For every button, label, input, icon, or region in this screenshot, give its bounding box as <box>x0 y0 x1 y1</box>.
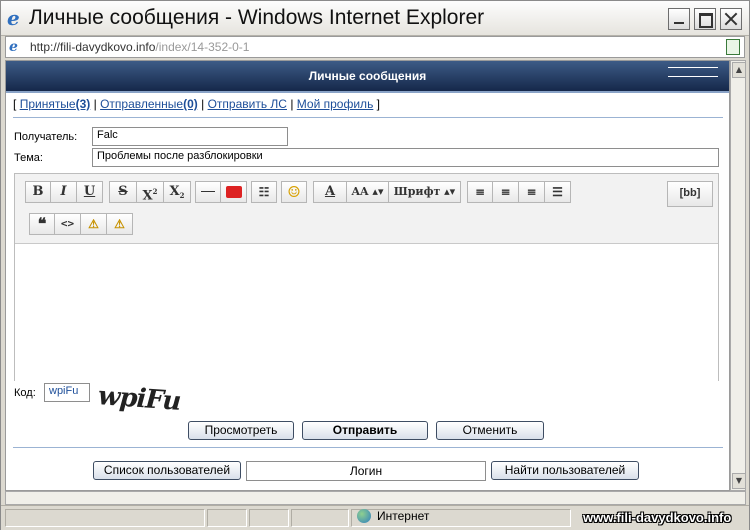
captcha-image: wpiFu <box>94 381 212 419</box>
preview-button[interactable]: Просмотреть <box>188 421 294 440</box>
message-textarea[interactable] <box>15 243 718 381</box>
page-title: Личные сообщения <box>308 69 427 83</box>
superscript-button[interactable]: X2 <box>137 181 164 203</box>
scroll-down-icon[interactable]: ▼ <box>732 473 746 489</box>
page-content: Личные сообщения [ Принятые(3) | Отправл… <box>5 60 730 491</box>
message-editor: B I U S X2 X2 ☷ ☺ A AA ▴▾ Шрифт ▴▾ ≡ ≡ ≡… <box>14 173 719 381</box>
status-cell <box>291 509 349 527</box>
status-cell <box>207 509 247 527</box>
code-icon[interactable]: <> <box>55 213 81 235</box>
find-users-button[interactable]: Найти пользователей <box>491 461 639 480</box>
captcha-input[interactable]: wpiFu <box>44 383 90 402</box>
nav-compose-link[interactable]: Отправить ЛС <box>208 97 287 111</box>
minimize-button[interactable] <box>668 8 690 30</box>
maximize-button[interactable] <box>694 8 716 30</box>
divider <box>13 117 723 118</box>
divider <box>13 447 723 448</box>
address-bar[interactable]: e http://fili-davydkovo.info/index/14-35… <box>5 36 745 58</box>
horizontal-rule-button[interactable] <box>195 181 221 203</box>
align-justify-icon[interactable]: ☰ <box>545 181 571 203</box>
italic-button[interactable]: I <box>51 181 77 203</box>
close-button[interactable] <box>720 8 742 30</box>
nav-profile-link[interactable]: Мой профиль <box>297 97 374 111</box>
subscript-button[interactable]: X2 <box>164 181 191 203</box>
bbcode-toggle-button[interactable]: [bb] <box>667 181 713 207</box>
align-center-icon[interactable]: ≡ <box>493 181 519 203</box>
quote-icon[interactable]: ❝ <box>29 213 55 235</box>
address-url[interactable]: http://fili-davydkovo.info/index/14-352-… <box>30 40 249 54</box>
status-text-cell <box>5 509 205 527</box>
font-size-select[interactable]: AA ▴▾ <box>347 181 389 203</box>
list-icon[interactable]: ☷ <box>251 181 277 203</box>
vertical-scrollbar[interactable]: ▲ ▼ <box>730 60 746 491</box>
captcha-label: Код: <box>14 387 36 399</box>
strikethrough-button[interactable]: S <box>109 181 137 203</box>
subject-label: Тема: <box>14 152 43 164</box>
nav-inbox-link[interactable]: Принятые(3) <box>20 97 91 111</box>
scroll-up-icon[interactable]: ▲ <box>732 62 746 78</box>
security-zone-label: Интернет <box>377 509 430 523</box>
subject-input[interactable]: Проблемы после разблокировки <box>92 148 719 167</box>
title-bar: e Личные сообщения - Windows Internet Ex… <box>1 1 749 36</box>
login-search-input[interactable]: Логин <box>246 461 486 481</box>
align-left-icon[interactable]: ≡ <box>467 181 493 203</box>
nav-sent-link[interactable]: Отправленные(0) <box>100 97 198 111</box>
hide-text-icon[interactable]: ⚠ <box>81 213 107 235</box>
site-watermark: www.fili-davydkovo.info <box>583 510 732 525</box>
recipient-label: Получатель: <box>14 131 78 143</box>
horizontal-scrollbar[interactable] <box>5 491 746 505</box>
status-bar: Интернет www.fili-davydkovo.info <box>1 505 749 530</box>
internet-explorer-icon: e <box>7 6 20 30</box>
spoiler-icon[interactable]: ⚠ <box>107 213 133 235</box>
align-right-icon[interactable]: ≡ <box>519 181 545 203</box>
internet-zone-globe-icon <box>357 509 371 523</box>
smiley-icon[interactable]: ☺ <box>281 181 307 203</box>
cancel-button[interactable]: Отменить <box>436 421 544 440</box>
recipient-input[interactable]: Falc <box>92 127 288 146</box>
browser-window: e Личные сообщения - Windows Internet Ex… <box>0 0 750 530</box>
font-family-select[interactable]: Шрифт ▴▾ <box>389 181 461 203</box>
user-list-button[interactable]: Список пользователей <box>93 461 241 480</box>
status-cell <box>249 509 289 527</box>
page-favicon-icon: e <box>9 39 18 55</box>
bold-button[interactable]: B <box>25 181 51 203</box>
page-header: Личные сообщения <box>6 61 729 93</box>
window-title: Личные сообщения - Windows Internet Expl… <box>29 6 485 29</box>
compatibility-icon[interactable] <box>726 39 740 55</box>
pm-navigation: [ Принятые(3) | Отправленные(0) | Отправ… <box>13 97 381 111</box>
youtube-icon[interactable] <box>221 181 247 203</box>
send-button[interactable]: Отправить <box>302 421 428 440</box>
header-decoration <box>668 67 718 77</box>
text-color-button[interactable]: A <box>313 181 347 203</box>
underline-button[interactable]: U <box>77 181 103 203</box>
